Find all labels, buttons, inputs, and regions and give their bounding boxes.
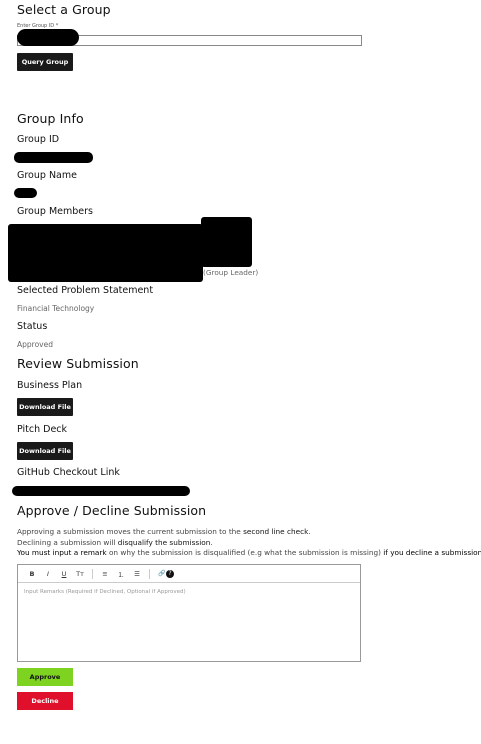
help-icon[interactable]: ? (166, 569, 174, 578)
problem-statement-value: Financial Technology (17, 304, 95, 313)
bold-button[interactable]: B (24, 570, 40, 578)
business-plan-label: Business Plan (17, 380, 83, 391)
status-value: Approved (17, 340, 53, 349)
pitch-deck-label: Pitch Deck (17, 424, 68, 435)
group-name-label: Group Name (17, 170, 77, 181)
pitch-deck-download-button[interactable]: Download File (17, 442, 73, 460)
ordered-list-icon[interactable]: ⒈ (113, 569, 129, 579)
select-group-title: Select a Group (17, 2, 111, 17)
group-id-label: Group ID (17, 134, 60, 145)
decline-button[interactable]: Decline (17, 692, 73, 710)
problem-statement-label: Selected Problem Statement (17, 285, 154, 296)
query-group-button[interactable]: Query Group (17, 53, 73, 71)
remarks-editor[interactable]: B I U Tт ≡ ⒈ ☰ 🔗 ? Input Remarks (Requir… (17, 564, 361, 662)
business-plan-download-button[interactable]: Download File (17, 398, 73, 416)
italic-button[interactable]: I (40, 570, 56, 578)
status-label: Status (17, 321, 48, 332)
group-info-title: Group Info (17, 111, 84, 126)
remark-requirement-text: You must input a remark on why the submi… (17, 548, 481, 557)
decline-description: Declining a submission will disqualify t… (17, 538, 213, 547)
group-leader-tag: (Group Leader) (203, 268, 259, 277)
toolbar-divider (149, 568, 150, 579)
approve-description: Approving a submission moves the current… (17, 527, 311, 536)
group-members-label: Group Members (17, 206, 93, 217)
decline-description-emphasis: disqualify the submission (117, 538, 211, 547)
underline-button[interactable]: U (56, 570, 72, 578)
redacted-group-leader (201, 217, 252, 267)
redacted-group-id-input-value (17, 29, 79, 46)
redacted-group-id (14, 152, 93, 163)
github-link-label: GitHub Checkout Link (17, 467, 120, 478)
align-left-icon[interactable]: ≡ (97, 570, 113, 578)
toolbar-divider (92, 568, 93, 579)
approve-button[interactable]: Approve (17, 668, 73, 686)
approve-description-emphasis: second line check (243, 527, 309, 536)
redacted-github-link[interactable] (12, 486, 190, 496)
decline-condition-emphasis: if you decline a submission (383, 548, 481, 557)
review-submission-title: Review Submission (17, 356, 139, 371)
remark-requirement-emphasis: You must input a remark (17, 548, 107, 557)
approve-decline-title: Approve / Decline Submission (17, 503, 207, 518)
unordered-list-icon[interactable]: ☰ (129, 570, 145, 578)
text-style-button[interactable]: Tт (72, 570, 88, 578)
redacted-group-members (8, 224, 203, 282)
redacted-group-name (14, 188, 37, 198)
editor-toolbar: B I U Tт ≡ ⒈ ☰ 🔗 ? (18, 565, 360, 583)
remarks-placeholder: Input Remarks (Required if Declined, Opt… (24, 589, 186, 595)
